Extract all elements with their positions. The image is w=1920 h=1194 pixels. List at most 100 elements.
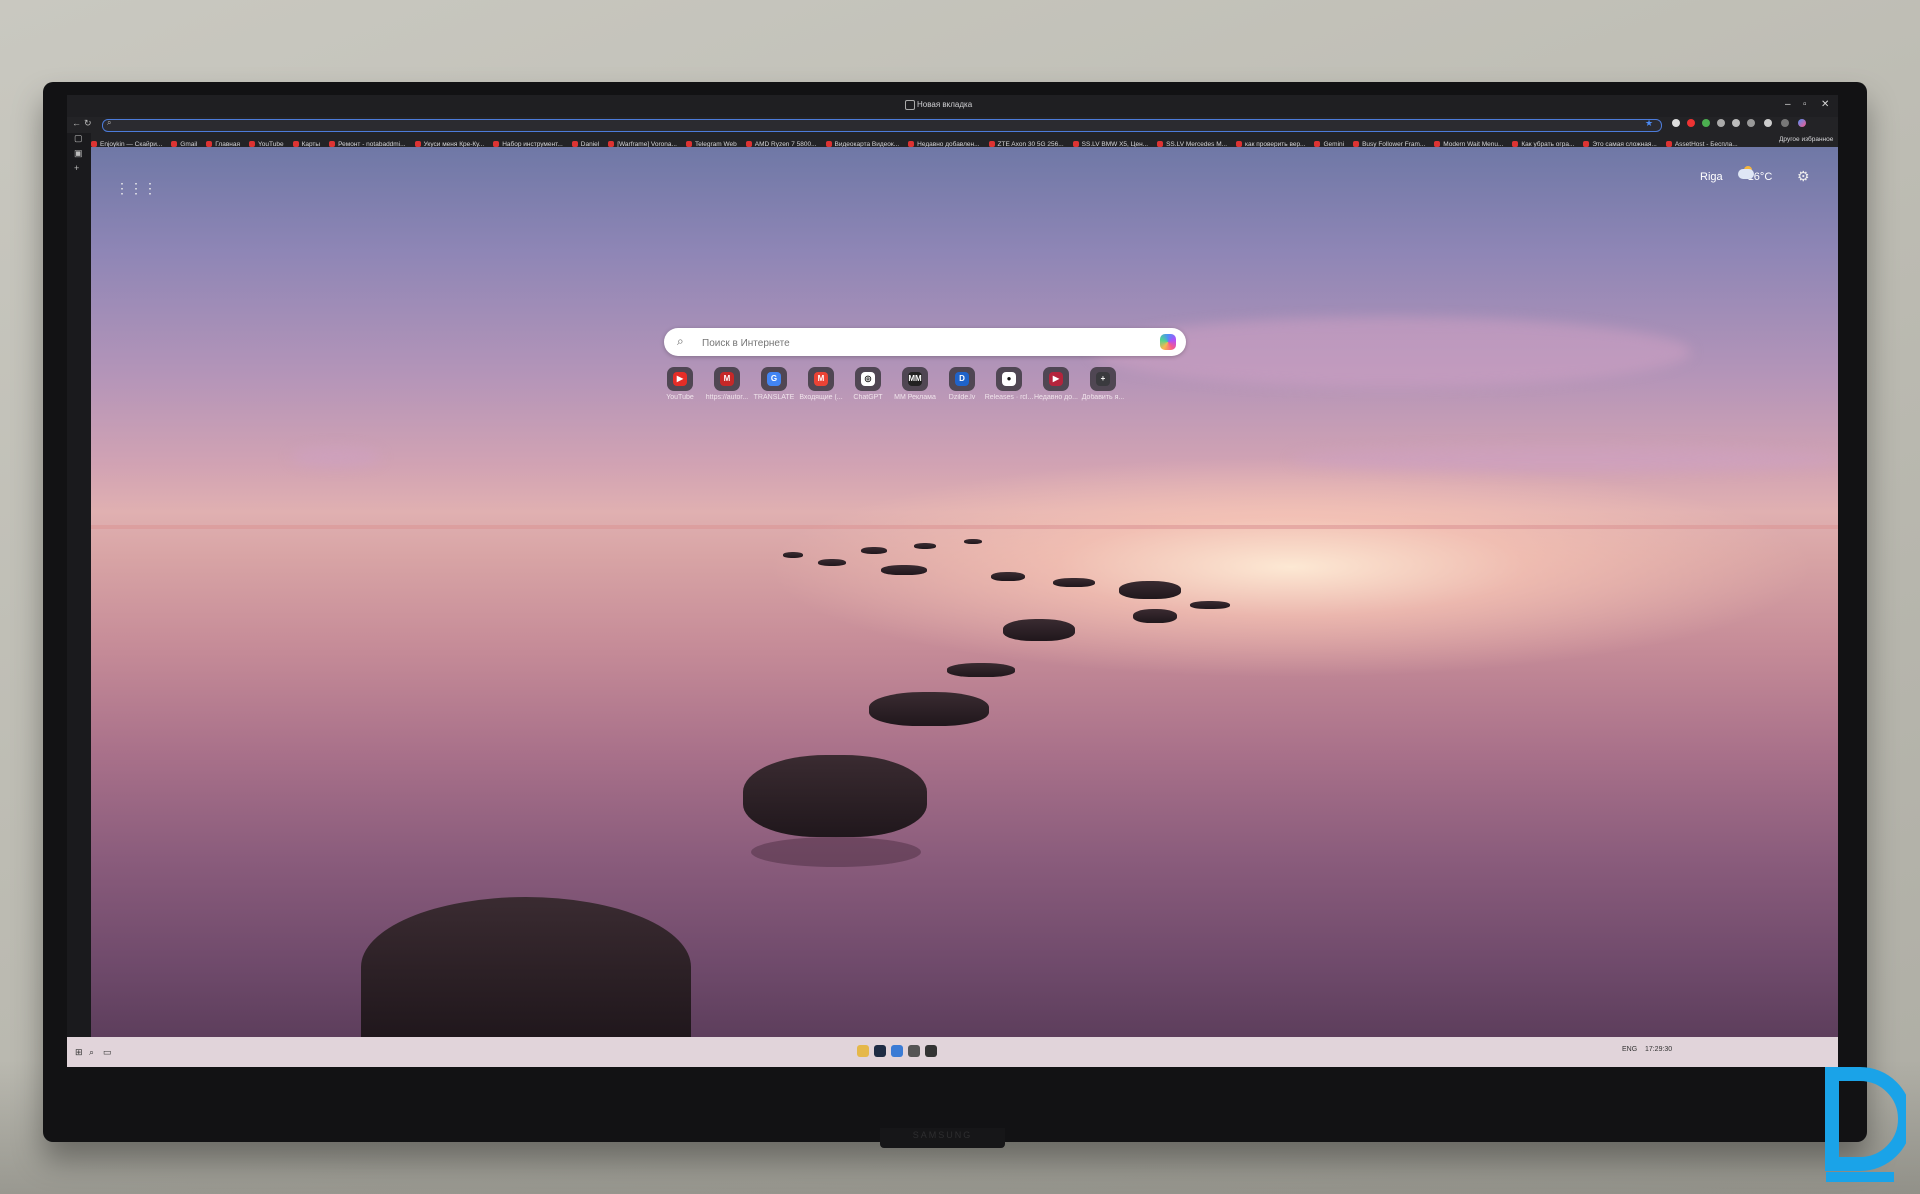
quick-link-icon: + bbox=[1090, 367, 1116, 391]
copilot-icon[interactable] bbox=[1798, 119, 1806, 127]
extension-icon[interactable] bbox=[1672, 119, 1680, 127]
grid-icon[interactable]: ⋮⋮⋮ bbox=[115, 180, 157, 197]
bookmark-item[interactable]: Daniel bbox=[571, 138, 599, 147]
back-icon[interactable]: ← bbox=[72, 118, 81, 128]
app-icon[interactable] bbox=[908, 1045, 920, 1057]
quick-link-icon: G bbox=[761, 367, 787, 391]
tab-icon[interactable]: ▢ bbox=[74, 133, 83, 144]
quick-link-icon: M bbox=[714, 367, 740, 391]
system-tray: ENG 17:29:30 bbox=[1622, 1046, 1672, 1053]
quick-link-glyph: M bbox=[814, 372, 828, 386]
weather-widget[interactable]: Riga 16°C bbox=[1700, 166, 1772, 183]
stone bbox=[818, 559, 846, 566]
bookmark-item[interactable]: SS.LV Mercedes M... bbox=[1157, 138, 1227, 147]
bookmark-item[interactable]: Enjoykin — Скайри... bbox=[91, 138, 162, 147]
stone bbox=[947, 663, 1015, 677]
quick-link-icon: ◎ bbox=[855, 367, 881, 391]
stone-large bbox=[743, 755, 927, 837]
bookmark-item[interactable]: [Warframe] Vorona... bbox=[608, 138, 677, 147]
extension-icon[interactable] bbox=[1732, 119, 1740, 127]
screen: Новая вкладка – ▫ ✕ ← ↻ ⌕ ★ Enjoykin — С… bbox=[67, 95, 1838, 1067]
quick-link-glyph: ● bbox=[1002, 372, 1016, 386]
other-favorites[interactable]: Другое избранное bbox=[1779, 133, 1833, 147]
menu-icon[interactable] bbox=[1781, 119, 1789, 127]
horizon bbox=[91, 525, 1838, 529]
edge-icon[interactable] bbox=[891, 1045, 903, 1057]
weather-city: Riga bbox=[1700, 171, 1723, 183]
downloads-icon[interactable] bbox=[1747, 119, 1755, 127]
terminal-icon[interactable] bbox=[925, 1045, 937, 1057]
stone bbox=[881, 565, 927, 575]
stone-reflection bbox=[751, 837, 921, 867]
extension-icon[interactable] bbox=[1687, 119, 1695, 127]
steam-icon[interactable] bbox=[874, 1045, 886, 1057]
copilot-icon[interactable] bbox=[1160, 334, 1176, 350]
profile-avatar[interactable] bbox=[1764, 119, 1772, 127]
bookmark-item[interactable]: Modern Wait Menu... bbox=[1434, 138, 1503, 147]
bookmark-item[interactable]: Telegram Web bbox=[685, 138, 737, 147]
stone bbox=[1133, 609, 1177, 623]
search-input[interactable] bbox=[700, 334, 1144, 352]
refresh-icon[interactable]: ↻ bbox=[84, 118, 92, 129]
bookmark-item[interactable]: Укуси меня Кре-Ку... bbox=[414, 138, 484, 147]
weather-cloud-icon bbox=[1738, 169, 1754, 179]
gear-icon[interactable]: ⚙ bbox=[1797, 168, 1810, 185]
task-view-icon[interactable]: ▭ bbox=[103, 1047, 112, 1058]
close-button[interactable]: ✕ bbox=[1821, 99, 1829, 110]
stone bbox=[914, 543, 936, 549]
quick-links: ▶ YouTube Mhttps://autor... G TRANSLATE M Вход… bbox=[651, 367, 1191, 407]
stone bbox=[1119, 581, 1181, 599]
quick-link-glyph: M bbox=[720, 372, 734, 386]
bookmark-item[interactable]: Gmail bbox=[171, 138, 197, 147]
tab-icon bbox=[905, 100, 915, 110]
extension-icon[interactable] bbox=[1717, 119, 1725, 127]
extension-icon[interactable] bbox=[1702, 119, 1710, 127]
new-tab-page: ⋮⋮⋮ Riga 16°C ⚙ ⌕ ▶YouTubeMhttps://autor… bbox=[91, 147, 1838, 1037]
bookmark-item[interactable]: AssetHost - Беспла... bbox=[1665, 138, 1738, 147]
stone bbox=[1190, 601, 1230, 609]
bookmark-item[interactable]: Это самая сложная... bbox=[1583, 138, 1657, 147]
tab-title[interactable]: Новая вкладка bbox=[917, 100, 972, 109]
quick-link-tile[interactable]: + Добавить я... bbox=[1074, 367, 1132, 401]
stone bbox=[991, 572, 1025, 581]
bookmark-item[interactable]: AMD Ryzen 7 5800... bbox=[745, 138, 817, 147]
stone bbox=[783, 552, 803, 558]
tray-lang[interactable]: ENG bbox=[1622, 1046, 1637, 1053]
bookmark-item[interactable]: ZTE Axon 30 5G 256... bbox=[988, 138, 1064, 147]
bookmark-item[interactable]: Недавно добавлен... bbox=[908, 138, 980, 147]
bookmark-item[interactable]: Карты bbox=[292, 138, 320, 147]
bookmark-item[interactable]: Gemini bbox=[1314, 138, 1344, 147]
tray-clock[interactable]: 17:29:30 bbox=[1645, 1046, 1672, 1053]
bookmark-item[interactable]: Видеокарта Видеок... bbox=[825, 138, 899, 147]
bookmark-item[interactable]: Главная bbox=[206, 138, 240, 147]
quick-link-icon: MM bbox=[902, 367, 928, 391]
bookmark-item[interactable]: YouTube bbox=[249, 138, 284, 147]
new-tab-icon[interactable]: + bbox=[74, 163, 79, 173]
windows-icon[interactable]: ⊞ bbox=[75, 1047, 83, 1058]
maximize-button[interactable]: ▫ bbox=[1803, 99, 1807, 110]
title-bar: Новая вкладка – ▫ ✕ bbox=[67, 95, 1838, 117]
quick-link-icon: ▶ bbox=[1043, 367, 1069, 391]
quick-link-icon: D bbox=[949, 367, 975, 391]
search-box[interactable]: ⌕ bbox=[664, 328, 1186, 356]
bookmark-item[interactable]: Набор инструмент... bbox=[493, 138, 563, 147]
address-bar[interactable] bbox=[102, 119, 1662, 132]
favorite-star-icon[interactable]: ★ bbox=[1645, 118, 1653, 129]
quick-link-glyph: ◎ bbox=[861, 372, 875, 386]
bookmark-item[interactable]: как проверить вер... bbox=[1236, 138, 1305, 147]
bookmark-item[interactable]: Как убрать огра... bbox=[1512, 138, 1574, 147]
stone bbox=[1053, 578, 1095, 587]
search-icon: ⌕ bbox=[107, 118, 112, 127]
stone bbox=[869, 692, 989, 726]
sky-cloud bbox=[291, 447, 381, 467]
stone bbox=[964, 539, 982, 544]
bookmark-item[interactable]: SS.LV BMW X5, Цен... bbox=[1072, 138, 1148, 147]
explorer-icon[interactable] bbox=[857, 1045, 869, 1057]
quick-link-label: Добавить я... bbox=[1081, 394, 1125, 401]
bookmark-item[interactable]: Ремонт - notabaddmi... bbox=[329, 138, 406, 147]
stone bbox=[1003, 619, 1075, 641]
tab-icon[interactable]: ▣ bbox=[74, 148, 83, 159]
search-icon[interactable]: ⌕ bbox=[89, 1047, 94, 1058]
bookmark-item[interactable]: Busy Follower Fram... bbox=[1353, 138, 1425, 147]
minimize-button[interactable]: – bbox=[1785, 99, 1791, 110]
